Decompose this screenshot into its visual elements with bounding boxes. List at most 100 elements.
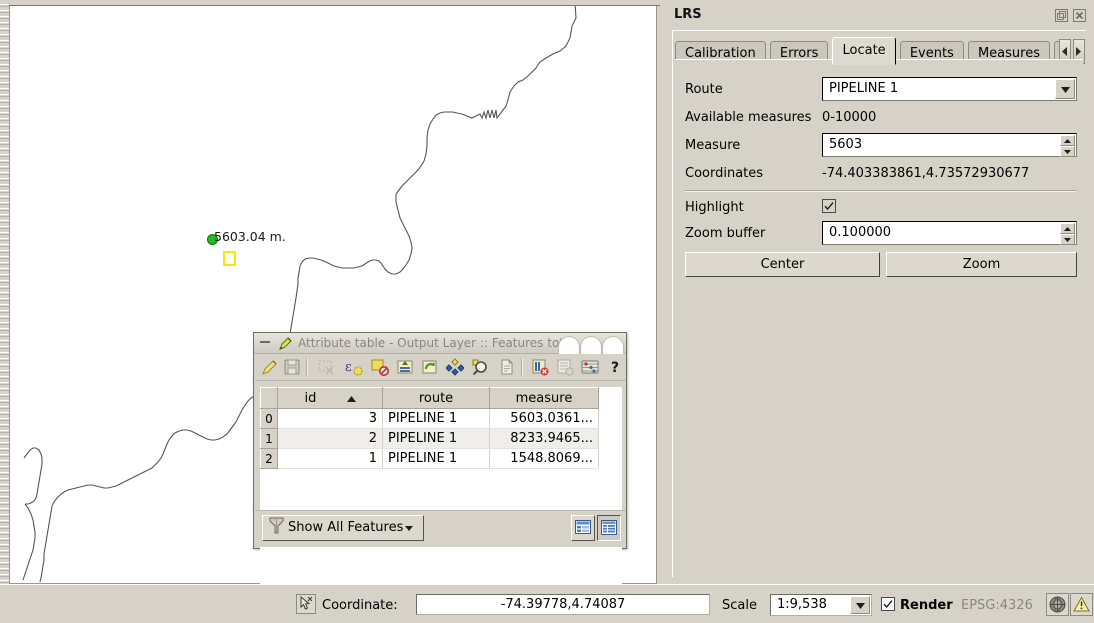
route-row: Route PIPELINE 1: [685, 77, 1077, 102]
measure-label: Measure: [685, 138, 741, 153]
copy-features-icon[interactable]: [498, 358, 516, 376]
row-header[interactable]: 0: [260, 408, 278, 429]
main-statusbar: Coordinate: -74.39778,4.74087 Scale 1:9,…: [0, 584, 1094, 623]
minimize-icon[interactable]: [260, 341, 270, 343]
table-row[interactable]: 0 3 PIPELINE 1 5603.0361...: [260, 408, 599, 429]
warning-triangle-icon[interactable]: [1070, 593, 1093, 616]
zoom-buffer-label: Zoom buffer: [685, 226, 766, 241]
show-all-features-button[interactable]: Show All Features: [262, 515, 425, 543]
cell-id[interactable]: 3: [277, 408, 383, 429]
float-icon[interactable]: [1055, 9, 1068, 22]
measure-label: 5603.04 m.: [214, 229, 286, 244]
pipeline-route-detail-lower: [22, 503, 36, 581]
spin-up-icon[interactable]: [1060, 135, 1075, 146]
table-row[interactable]: 1 2 PIPELINE 1 8233.9465...: [260, 428, 599, 449]
epsg-label: EPSG:4326: [961, 598, 1033, 613]
scale-combobox[interactable]: 1:9,538: [770, 594, 872, 616]
route-value: PIPELINE 1: [829, 81, 899, 96]
form-view-icon[interactable]: [571, 515, 595, 541]
zoom-button[interactable]: Zoom: [886, 252, 1077, 277]
cell-route[interactable]: PIPELINE 1: [382, 408, 490, 429]
cell-measure[interactable]: 8233.9465...: [489, 428, 599, 449]
lrs-dock-panel: LRS Calibration Errors Locate Events Mea…: [661, 0, 1094, 585]
toggle-editing-icon[interactable]: [261, 358, 279, 376]
attribute-table-window: Attribute table - Output Layer :: Featur…: [253, 332, 627, 623]
cell-route[interactable]: PIPELINE 1: [382, 428, 490, 449]
field-calculator-icon[interactable]: [581, 358, 599, 376]
toolbar-separator: [306, 358, 308, 376]
render-checkbox[interactable]: [881, 597, 895, 611]
attribute-table-app-icon: [278, 336, 293, 351]
locate-tab-page: Route PIPELINE 1 Available measures 0-10…: [675, 59, 1083, 569]
zoom-buffer-row: Zoom buffer 0.100000: [685, 221, 1077, 246]
table-row[interactable]: 2 1 PIPELINE 1 1548.8069...: [260, 448, 599, 469]
cell-route[interactable]: PIPELINE 1: [382, 448, 490, 469]
chevron-down-icon[interactable]: [850, 596, 870, 614]
window-button-close[interactable]: [602, 336, 624, 355]
spin-down-icon[interactable]: [1060, 146, 1075, 157]
highlight-checkbox[interactable]: [822, 199, 836, 213]
attribute-table-titlebar[interactable]: Attribute table - Output Layer :: Featur…: [254, 333, 626, 355]
svg-text:?: ?: [611, 360, 619, 376]
column-header-measure[interactable]: measure: [489, 387, 599, 409]
close-icon[interactable]: [1073, 9, 1086, 22]
highlight-row: Highlight: [685, 198, 1077, 220]
unselect-icon[interactable]: [371, 358, 389, 376]
center-button[interactable]: Center: [685, 252, 880, 277]
svg-text:ε: ε: [345, 360, 352, 375]
column-header-id[interactable]: id: [277, 387, 383, 409]
measure-spinbox[interactable]: 5603: [822, 133, 1077, 157]
window-button-minimize[interactable]: [558, 336, 580, 355]
scale-label: Scale: [722, 598, 757, 613]
spin-up-icon[interactable]: [1060, 223, 1075, 234]
chevron-down-icon[interactable]: [1055, 79, 1075, 99]
lrs-titlebar: LRS: [665, 4, 1090, 26]
table-view-icon[interactable]: [597, 515, 621, 541]
cell-measure[interactable]: 5603.0361...: [489, 408, 599, 429]
tab-locate[interactable]: Locate: [832, 37, 896, 65]
spin-down-icon[interactable]: [1060, 234, 1075, 245]
delete-selected-icon[interactable]: [531, 358, 549, 376]
new-field-icon[interactable]: [556, 358, 574, 376]
measure-value: 5603: [829, 137, 863, 152]
measure-row: Measure 5603: [685, 133, 1077, 158]
row-header[interactable]: 2: [260, 448, 278, 469]
cell-measure[interactable]: 1548.8069...: [489, 448, 599, 469]
pan-to-selected-icon[interactable]: [446, 358, 464, 376]
cell-id[interactable]: 2: [277, 428, 383, 449]
coordinates-value: -74.403383861,4.73572930677: [822, 166, 1030, 181]
route-label: Route: [685, 82, 723, 97]
zoom-buffer-spin-buttons: [1060, 223, 1075, 245]
window-button-maximize[interactable]: [580, 336, 602, 355]
attribute-table-statusbar: Show All Features: [255, 510, 626, 547]
invert-selection-icon[interactable]: [421, 358, 439, 376]
zoom-buffer-value: 0.100000: [829, 225, 892, 240]
column-header-route[interactable]: route: [382, 387, 490, 409]
move-selection-to-top-icon[interactable]: [396, 358, 414, 376]
cell-id[interactable]: 1: [277, 448, 383, 469]
column-header-id-label: id: [304, 390, 317, 406]
toolbar-separator-2: [521, 358, 523, 376]
attribute-table-grid: id route measure 0 3 PIPELINE 1 5603.036…: [260, 387, 599, 469]
deselect-all-icon[interactable]: [317, 358, 335, 376]
save-edits-icon[interactable]: [283, 358, 301, 376]
highlight-marker: [223, 251, 236, 266]
crs-globe-icon[interactable]: [1046, 593, 1069, 616]
left-panel-splitter[interactable]: [0, 4, 9, 585]
pipeline-route-detail-upper: [23, 447, 43, 505]
attribute-table-title: Attribute table - Output Layer :: Featur…: [298, 336, 566, 350]
route-combobox[interactable]: PIPELINE 1: [822, 77, 1077, 101]
filter-funnel-icon: [269, 517, 284, 543]
row-header[interactable]: 1: [260, 428, 278, 449]
table-corner-header[interactable]: [260, 387, 278, 409]
highlight-label: Highlight: [685, 200, 744, 215]
zoom-to-selected-icon[interactable]: [471, 358, 489, 376]
coordinate-input[interactable]: -74.39778,4.74087: [416, 594, 710, 615]
coordinates-label: Coordinates: [685, 166, 764, 181]
select-by-expression-icon[interactable]: ε: [345, 358, 363, 376]
coordinates-row: Coordinates -74.403383861,4.73572930677: [685, 164, 1077, 186]
zoom-buffer-spinbox[interactable]: 0.100000: [822, 221, 1077, 245]
help-icon[interactable]: ?: [607, 358, 625, 376]
table-header-row: id route measure: [260, 387, 599, 409]
mouse-position-icon[interactable]: [296, 594, 316, 614]
